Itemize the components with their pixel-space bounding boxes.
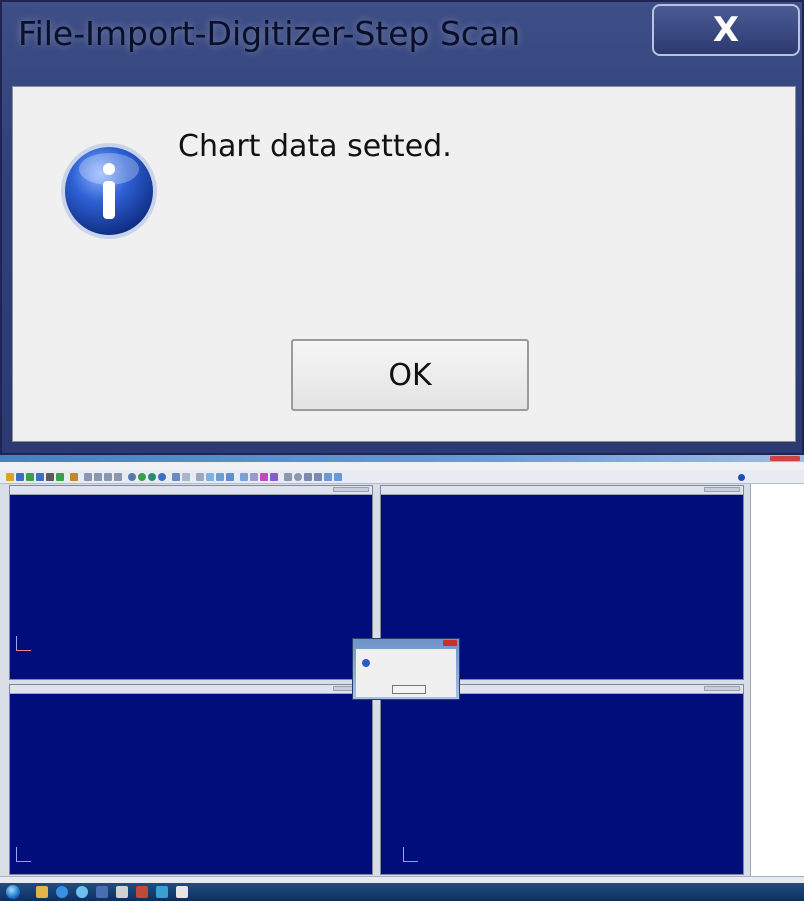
delete-icon[interactable] — [46, 473, 54, 481]
axis-icon — [16, 847, 31, 862]
box-icon[interactable] — [216, 473, 224, 481]
app-titlebar — [0, 455, 804, 462]
taskbar-app-ie[interactable] — [56, 886, 68, 898]
color-map-icon[interactable] — [270, 473, 278, 481]
information-icon — [61, 143, 157, 239]
align-icon[interactable] — [284, 473, 292, 481]
open-icon[interactable] — [6, 473, 14, 481]
viewport-header — [10, 685, 372, 694]
information-icon — [362, 659, 370, 667]
view-icon[interactable] — [240, 473, 248, 481]
taskbar-app-explorer[interactable] — [36, 886, 48, 898]
brand-logo — [738, 472, 804, 482]
line-icon[interactable] — [196, 473, 204, 481]
pan-icon[interactable] — [104, 473, 112, 481]
viewport-controls[interactable] — [333, 487, 369, 492]
fit-icon[interactable] — [114, 473, 122, 481]
taskbar — [0, 883, 804, 901]
taskbar-app-7[interactable] — [156, 886, 168, 898]
grid-icon[interactable] — [226, 473, 234, 481]
brand-icon — [738, 473, 745, 481]
zoom-icon[interactable] — [84, 473, 92, 481]
application-window — [0, 455, 804, 901]
axis-icon — [16, 636, 31, 651]
help-icon[interactable] — [334, 473, 342, 481]
toolbar — [0, 470, 804, 484]
mesh-icon[interactable] — [182, 473, 190, 481]
side-panel[interactable] — [750, 484, 804, 876]
point-icon[interactable] — [128, 473, 136, 481]
rotate-icon[interactable] — [94, 473, 102, 481]
measure-icon[interactable] — [260, 473, 268, 481]
menu-bar — [0, 462, 804, 470]
viewport-header — [10, 486, 372, 495]
dialog-body-small — [356, 649, 456, 697]
close-button[interactable]: X — [652, 4, 800, 56]
dialog-title: File-Import-Digitizer-Step Scan — [18, 14, 521, 53]
close-button-small[interactable] — [443, 640, 457, 646]
viewport-header — [381, 486, 743, 495]
undo-icon[interactable] — [304, 473, 312, 481]
viewport-side[interactable] — [380, 684, 744, 875]
save-icon[interactable] — [16, 473, 24, 481]
cylinder-icon[interactable] — [158, 473, 166, 481]
ok-button-small[interactable] — [392, 685, 426, 694]
dialog-message: Chart data setted. — [178, 129, 452, 164]
import-icon[interactable] — [26, 473, 34, 481]
redo-icon[interactable] — [314, 473, 322, 481]
plane-icon[interactable] — [206, 473, 214, 481]
circle-icon[interactable] — [138, 473, 146, 481]
taskbar-app-8[interactable] — [176, 886, 188, 898]
axis-icon — [403, 847, 418, 862]
viewport-top[interactable] — [9, 485, 373, 680]
viewport-front[interactable] — [9, 684, 373, 875]
taskbar-app-4[interactable] — [96, 886, 108, 898]
dialog-body: Chart data setted. OK — [12, 86, 796, 442]
section-icon[interactable] — [250, 473, 258, 481]
edit-icon[interactable] — [70, 473, 78, 481]
search-icon[interactable] — [294, 473, 302, 481]
refresh-icon[interactable] — [324, 473, 332, 481]
viewport-controls[interactable] — [704, 686, 740, 691]
settings-icon[interactable] — [56, 473, 64, 481]
taskbar-app-media[interactable] — [76, 886, 88, 898]
taskbar-app-6[interactable] — [136, 886, 148, 898]
layer-icon[interactable] — [172, 473, 180, 481]
window-controls[interactable] — [770, 456, 800, 461]
taskbar-app-5[interactable] — [116, 886, 128, 898]
close-icon: X — [712, 10, 740, 50]
message-dialog-small — [352, 638, 460, 700]
start-button[interactable] — [6, 885, 20, 899]
ok-button[interactable]: OK — [291, 339, 529, 411]
export-icon[interactable] — [36, 473, 44, 481]
sphere-icon[interactable] — [148, 473, 156, 481]
message-dialog-zoomed: File-Import-Digitizer-Step Scan X Chart … — [0, 0, 804, 455]
viewport-controls[interactable] — [704, 487, 740, 492]
